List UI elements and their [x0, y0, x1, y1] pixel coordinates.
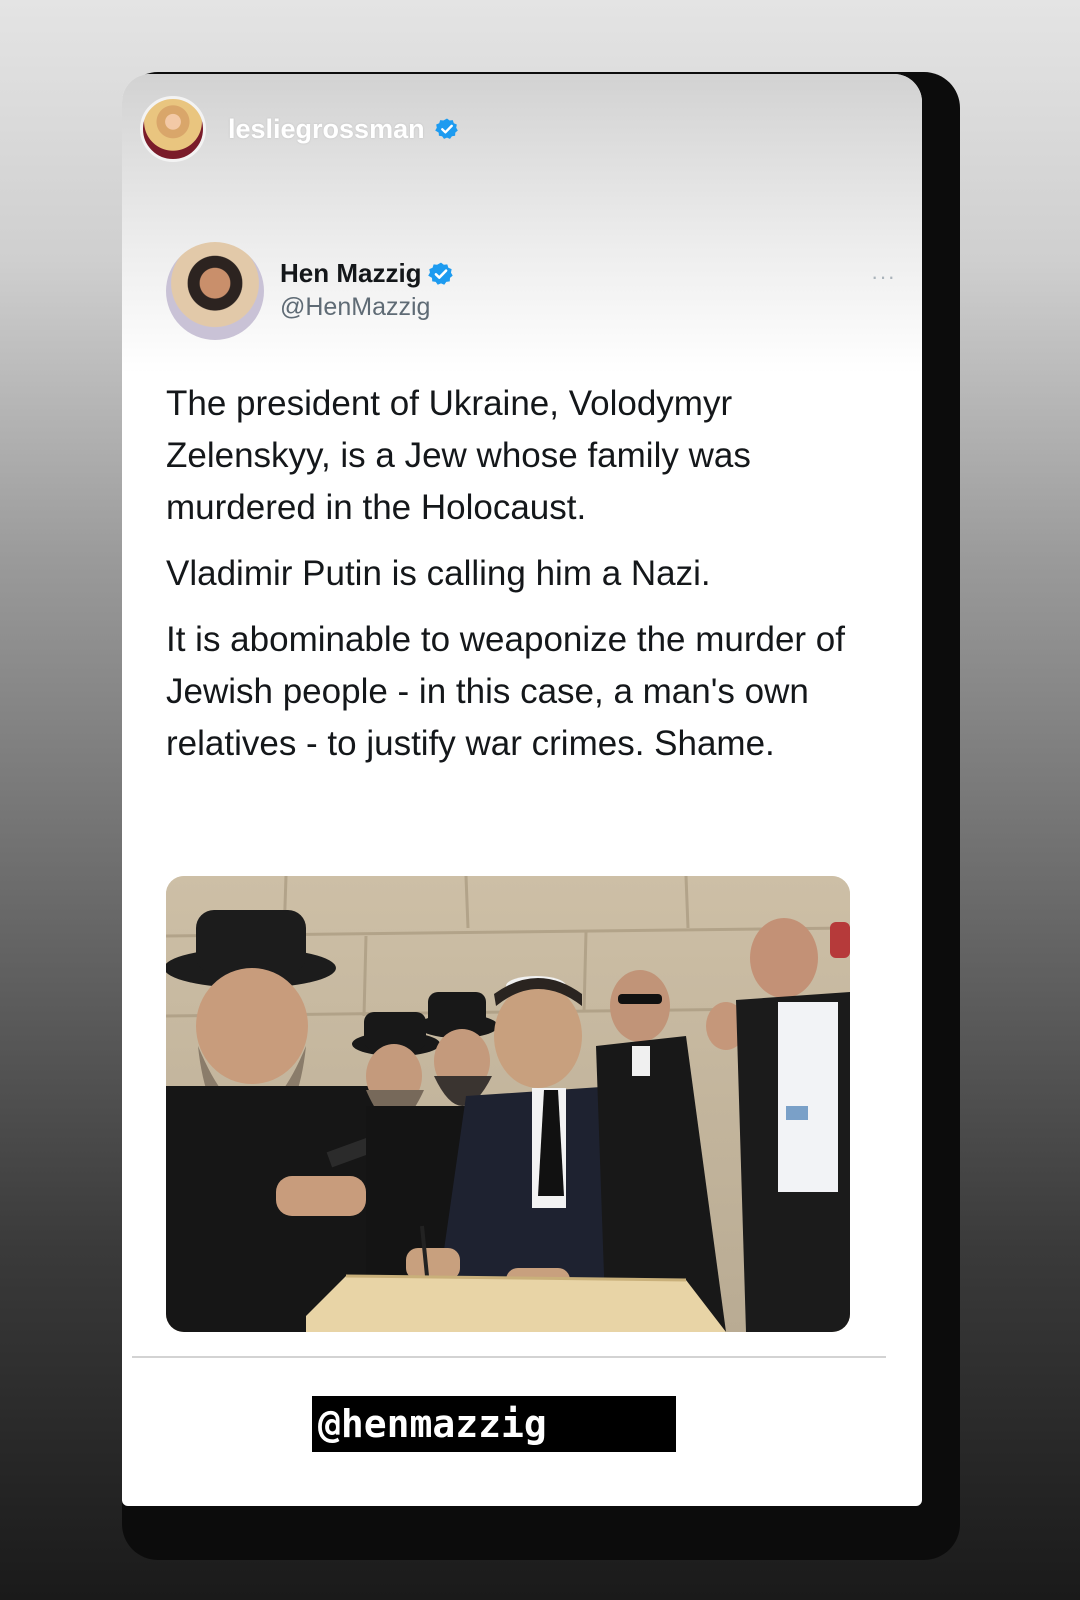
- tweet-screenshot: Hen Mazzig @HenMazzig ··· The president …: [166, 242, 895, 784]
- tweet-body: The president of Ukraine, Volodymyr Zele…: [166, 378, 866, 770]
- author-handle: @HenMazzig: [280, 293, 431, 321]
- photo-illustration: [166, 876, 850, 1332]
- verified-badge-icon: [427, 262, 453, 285]
- author-info: Hen Mazzig @HenMazzig: [280, 258, 454, 322]
- author-name: Hen Mazzig: [280, 258, 422, 288]
- verified-badge-icon: [434, 118, 458, 139]
- tweet-paragraph: The president of Ukraine, Volodymyr Zele…: [166, 384, 751, 527]
- story-header[interactable]: lesliegrossman: [140, 94, 459, 164]
- tweet-divider: [132, 1356, 886, 1358]
- author-avatar: [166, 242, 264, 340]
- tweet-paragraph: It is abominable to weaponize the murder…: [166, 620, 845, 763]
- tweet-photo-icon: [166, 876, 850, 1332]
- story-username[interactable]: lesliegrossman: [228, 114, 425, 145]
- tweet-paragraph: Vladimir Putin is calling him a Nazi.: [166, 554, 711, 593]
- more-options-icon: ···: [871, 264, 896, 289]
- author-name-row: Hen Mazzig: [280, 258, 454, 289]
- tweet-header: Hen Mazzig @HenMazzig ···: [166, 242, 895, 340]
- story-card: lesliegrossman Hen Mazzig @HenMazzig ···: [122, 74, 922, 1506]
- mention-sticker[interactable]: @henmazzig: [312, 1396, 676, 1452]
- profile-photo-icon[interactable]: [140, 96, 206, 162]
